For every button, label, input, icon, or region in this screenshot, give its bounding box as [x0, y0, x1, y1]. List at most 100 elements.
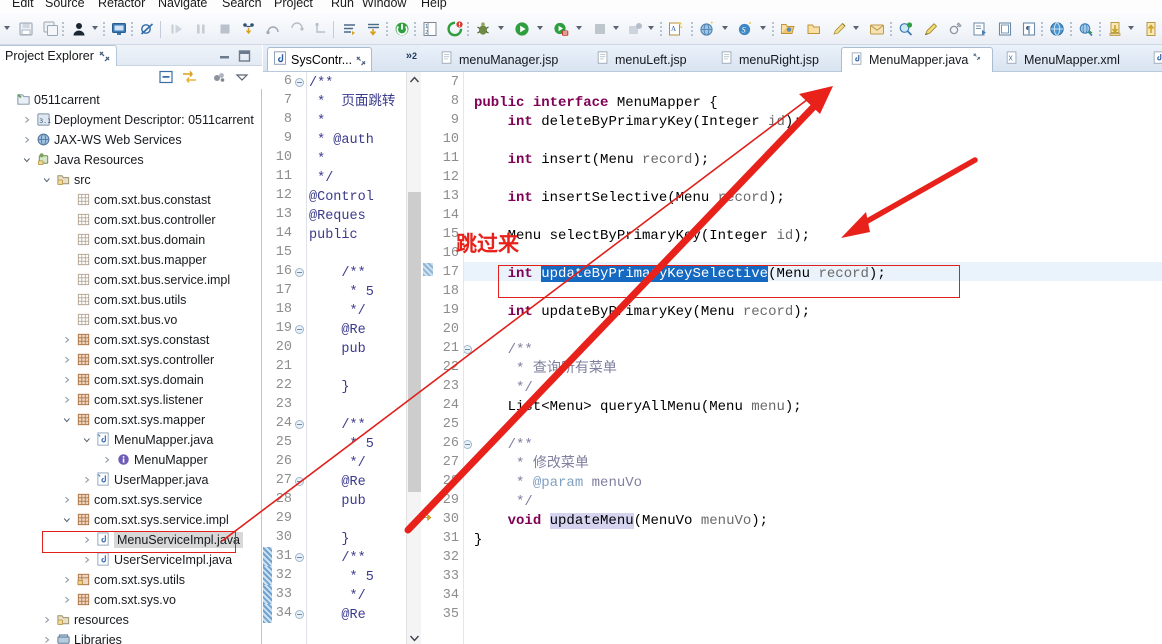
chevron-right-icon[interactable] [62, 375, 73, 386]
secondary-scroll-thumb[interactable] [408, 192, 421, 492]
tab-menuright-jsp[interactable]: menuRight.jsp [712, 47, 827, 72]
close-icon[interactable] [973, 53, 984, 67]
new-server-icon[interactable]: S [734, 18, 756, 40]
stop-server-icon[interactable] [589, 18, 611, 40]
collapse-all-button[interactable] [158, 69, 176, 86]
chevron-right-icon[interactable] [62, 495, 73, 506]
tree-item-com-sxt-bus-mapper[interactable]: com.sxt.bus.mapper [0, 250, 262, 270]
open-type-icon[interactable] [777, 18, 799, 40]
chevron-right-icon[interactable] [62, 595, 73, 606]
tree-item-com-sxt-bus-constast[interactable]: com.sxt.bus.constast [0, 190, 262, 210]
mail-icon[interactable] [866, 18, 888, 40]
tree-item-menumapper-java[interactable]: MenuMapper.java [0, 430, 262, 450]
save-icon[interactable] [15, 18, 37, 40]
fold-toggle-icon[interactable] [295, 78, 304, 87]
menu-item-edit[interactable]: Edit [12, 0, 34, 10]
tab-menumapper-xml[interactable]: X MenuMapper.xml [997, 47, 1128, 72]
tree-item-resources[interactable]: resources [0, 610, 262, 630]
step-return-icon[interactable] [286, 18, 308, 40]
tab-overflow-indicator[interactable]: »2 [406, 50, 417, 62]
tree-item-com-sxt-sys-domain[interactable]: com.sxt.sys.domain [0, 370, 262, 390]
menu-item-refactor[interactable]: Refactor [98, 0, 145, 10]
project-tree[interactable]: 0511carrent 3.1 Deployment Descriptor: 051… [0, 90, 262, 644]
fold-toggle-icon[interactable] [295, 268, 304, 277]
fold-toggle-icon[interactable] [295, 420, 304, 429]
show-whitespace-icon[interactable] [994, 18, 1016, 40]
suspend-icon[interactable] [190, 18, 212, 40]
fold-toggle-icon[interactable] [295, 553, 304, 562]
tree-item-com-sxt-bus-controller[interactable]: com.sxt.bus.controller [0, 210, 262, 230]
chevron-right-icon[interactable] [62, 355, 73, 366]
drop-to-frame-icon[interactable] [310, 18, 332, 40]
next-annotation-icon[interactable] [969, 18, 991, 40]
skip-breakpoints-icon[interactable] [136, 18, 158, 40]
tree-item-com-sxt-sys-constast[interactable]: com.sxt.sys.constast [0, 330, 262, 350]
download-dropdown-arrow[interactable] [1128, 26, 1134, 30]
chevron-right-icon[interactable] [62, 575, 73, 586]
menu-item-window[interactable]: Window [362, 0, 406, 10]
fold-toggle-icon[interactable] [295, 325, 304, 334]
chevron-right-icon[interactable] [22, 115, 33, 126]
tab-menuleft-jsp[interactable]: menuLeft.jsp [588, 47, 695, 72]
tree-item-com-sxt-sys-utils[interactable]: com.sxt.sys.utils [0, 570, 262, 590]
publish-icon[interactable] [624, 18, 646, 40]
scroll-up-arrow-icon[interactable] [409, 74, 420, 84]
chevron-right-icon[interactable] [62, 395, 73, 406]
pilcrow-icon[interactable]: ¶ [1018, 18, 1040, 40]
close-icon[interactable] [99, 51, 110, 62]
tab-syscontroller[interactable]: SysContr... [267, 47, 373, 71]
chevron-down-icon[interactable] [82, 435, 93, 446]
maximize-button[interactable] [238, 50, 251, 62]
new-server-dropdown-arrow[interactable] [760, 26, 766, 30]
chevron-right-icon[interactable] [102, 455, 113, 466]
scroll-down-arrow-icon[interactable] [409, 632, 420, 642]
resume-icon[interactable] [166, 18, 188, 40]
menu-item-source[interactable]: Source [45, 0, 85, 10]
tab-project-explorer[interactable]: Project Explorer [0, 45, 117, 66]
power-icon[interactable] [391, 18, 413, 40]
tree-item-java-resources[interactable]: Java Resources [0, 150, 262, 170]
chevron-down-icon[interactable] [42, 175, 53, 186]
minimize-button[interactable] [218, 50, 231, 62]
menu-item-navigate[interactable]: Navigate [158, 0, 207, 10]
run-server-icon[interactable] [550, 18, 572, 40]
search-globe-icon[interactable] [1075, 18, 1097, 40]
step-over-icon[interactable] [262, 18, 284, 40]
chevron-right-icon[interactable] [42, 635, 53, 644]
tree-item-libraries[interactable]: Libraries [0, 630, 262, 644]
tree-item-com-sxt-bus-vo[interactable]: com.sxt.bus.vo [0, 310, 262, 330]
chevron-right-icon[interactable] [82, 475, 93, 486]
open-task-icon[interactable] [803, 18, 825, 40]
tree-item-menumapper[interactable]: MenuMapper [0, 450, 262, 470]
tab-menumanager-jsp[interactable]: menuManager.jsp [432, 47, 566, 72]
run-dropdown-arrow[interactable] [537, 26, 543, 30]
debug-icon[interactable] [472, 18, 494, 40]
download-icon[interactable] [1104, 18, 1126, 40]
chevron-down-icon[interactable] [22, 155, 33, 166]
tab-menumapper-java[interactable]: MenuMapper.java [841, 47, 994, 72]
step-by-step-icon[interactable] [363, 18, 385, 40]
outline-numbered-icon[interactable]: 12 [419, 18, 441, 40]
menu-item-help[interactable]: Help [421, 0, 447, 10]
chevron-right-icon[interactable] [82, 555, 93, 566]
menu-item-search[interactable]: Search [222, 0, 262, 10]
fold-toggle-icon[interactable] [295, 610, 304, 619]
tree-item-com-sxt-sys-mapper[interactable]: com.sxt.sys.mapper [0, 410, 262, 430]
fold-toggle-icon[interactable] [295, 477, 304, 486]
tree-item-usermapper-java[interactable]: UserMapper.java [0, 470, 262, 490]
tree-item-jax-ws-web-services[interactable]: JAX-WS Web Services [0, 130, 262, 150]
debug-dropdown-arrow[interactable] [498, 26, 504, 30]
pencil-dropdown-arrow[interactable] [853, 26, 859, 30]
user-icon[interactable] [68, 18, 90, 40]
console-icon[interactable] [108, 18, 130, 40]
secondary-code-area[interactable]: /** * 页面跳转 * * @auth * */ @Control @Reques… [307, 72, 405, 644]
tree-item-com-sxt-sys-vo[interactable]: com.sxt.sys.vo [0, 590, 262, 610]
tree-item-com-sxt-bus-domain[interactable]: com.sxt.bus.domain [0, 230, 262, 250]
chevron-right-icon[interactable] [42, 615, 53, 626]
chevron-right-icon[interactable] [62, 335, 73, 346]
main-code-area[interactable]: public interface MenuMapper { int delete… [464, 72, 1162, 644]
upload-icon[interactable] [1140, 18, 1162, 40]
view-filter-button[interactable] [211, 69, 229, 86]
run-server-dropdown-arrow[interactable] [576, 26, 582, 30]
use-step-filters-icon[interactable] [339, 18, 361, 40]
